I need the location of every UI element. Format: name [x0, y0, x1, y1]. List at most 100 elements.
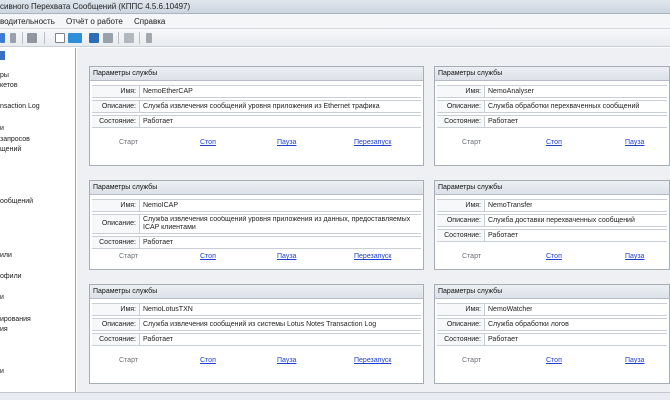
- start-button[interactable]: Старт: [462, 357, 481, 364]
- status-bar: [0, 392, 670, 400]
- service-name-row: Имя: NemoWatcher: [437, 303, 667, 316]
- service-description: Служба извлечения сообщений из системы L…: [143, 321, 377, 328]
- restart-button[interactable]: Перезапуск: [354, 357, 391, 364]
- panel-header: Параметры службы: [90, 285, 423, 299]
- service-name-row: Имя: NemoTransfer: [437, 199, 667, 212]
- name-label: Имя:: [92, 200, 140, 211]
- service-state: Работает: [488, 232, 518, 239]
- stop-button[interactable]: Стоп: [546, 357, 562, 364]
- service-name: NemoAnalyser: [488, 88, 534, 95]
- sidebar-item[interactable]: nsaction Log: [0, 103, 40, 110]
- toolbar-separator: [44, 32, 45, 44]
- sidebar-item[interactable]: ирования: [0, 316, 31, 323]
- service-panel: Параметры службы Имя: NemoEtherCAP Описа…: [89, 66, 424, 166]
- state-label: Состояние:: [92, 334, 140, 345]
- name-label: Имя:: [92, 86, 140, 97]
- menu-performance[interactable]: водительность: [0, 17, 55, 26]
- pause-button[interactable]: Пауза: [625, 357, 644, 364]
- service-state: Работает: [143, 336, 173, 343]
- name-label: Имя:: [437, 200, 485, 211]
- sidebar-item[interactable]: и: [0, 368, 4, 375]
- start-button[interactable]: Старт: [119, 253, 138, 260]
- service-description: Служба извлечения сообщений уровня прило…: [143, 216, 411, 231]
- description-label: Описание:: [437, 215, 485, 226]
- sidebar-item[interactable]: щений: [0, 146, 21, 153]
- service-state-row: Состояние: Работает: [92, 236, 421, 249]
- start-button[interactable]: Старт: [462, 139, 481, 146]
- service-description: Служба доставки перехваченных сообщений: [488, 217, 635, 224]
- sidebar-item[interactable]: ообщений: [0, 198, 33, 205]
- pause-button[interactable]: Пауза: [625, 139, 644, 146]
- restart-button[interactable]: Перезапуск: [354, 139, 391, 146]
- restart-button[interactable]: Перезапуск: [354, 253, 391, 260]
- service-state: Работает: [488, 118, 518, 125]
- sidebar-item[interactable]: ры: [0, 72, 9, 79]
- pause-button[interactable]: Пауза: [625, 253, 644, 260]
- service-state-row: Состояние: Работает: [437, 229, 667, 242]
- sidebar-item[interactable]: или: [0, 252, 12, 259]
- menu-bar: водительность Отчёт о работе Справка: [0, 14, 670, 29]
- sidebar-selection-marker: [0, 51, 5, 60]
- stop-button[interactable]: Стоп: [200, 139, 216, 146]
- service-name-row: Имя: NemoAnalyser: [437, 85, 667, 98]
- panel-header: Параметры службы: [435, 285, 669, 299]
- start-button[interactable]: Старт: [462, 253, 481, 260]
- service-dashboard: Параметры службы Имя: NemoEtherCAP Описа…: [77, 48, 670, 392]
- sidebar-item[interactable]: и: [0, 125, 4, 132]
- service-description-row: Описание: Служба обработки логов: [437, 318, 667, 331]
- pause-button[interactable]: Пауза: [277, 139, 296, 146]
- service-state-row: Состояние: Работает: [437, 115, 667, 128]
- service-panel: Параметры службы Имя: NemoAnalyser Описа…: [434, 66, 670, 166]
- name-label: Имя:: [92, 304, 140, 315]
- filter-icon[interactable]: [146, 33, 152, 43]
- service-name: NemoTransfer: [488, 202, 533, 209]
- document-icon[interactable]: [55, 33, 65, 43]
- sidebar-item[interactable]: и: [0, 294, 4, 301]
- service-name: NemoWatcher: [488, 306, 533, 313]
- service-description-row: Описание: Служба извлечения сообщений из…: [92, 318, 421, 331]
- title-bar: сивного Перехвата Сообщений (КППС 4.5.6.…: [0, 0, 670, 14]
- start-button[interactable]: Старт: [119, 139, 138, 146]
- arrow-icon[interactable]: [0, 33, 5, 43]
- sidebar-item[interactable]: кетов: [0, 82, 18, 89]
- toolbar-separator: [139, 32, 140, 44]
- state-label: Состояние:: [437, 116, 485, 127]
- service-description-row: Описание: Служба доставки перехваченных …: [437, 214, 667, 227]
- sidebar-item[interactable]: ия: [0, 326, 8, 333]
- window-title: сивного Перехвата Сообщений (КППС 4.5.6.…: [0, 2, 191, 11]
- stop-button[interactable]: Стоп: [200, 253, 216, 260]
- toolbar: [0, 29, 670, 47]
- menu-work-report[interactable]: Отчёт о работе: [66, 17, 123, 26]
- service-state: Работает: [488, 336, 518, 343]
- stop-button[interactable]: Стоп: [546, 253, 562, 260]
- name-label: Имя:: [437, 304, 485, 315]
- service-state: Работает: [143, 118, 173, 125]
- service-state-row: Состояние: Работает: [92, 115, 421, 128]
- panel-header: Параметры службы: [90, 181, 423, 195]
- stop-button[interactable]: Стоп: [546, 139, 562, 146]
- pause-button[interactable]: Пауза: [277, 357, 296, 364]
- sidebar-item[interactable]: запросов: [0, 136, 30, 143]
- service-panel: Параметры службы Имя: NemoICAP Описание:…: [89, 180, 424, 270]
- save-icon[interactable]: [89, 33, 99, 43]
- service-description-row: Описание: Служба обработки перехваченных…: [437, 100, 667, 113]
- grid-icon[interactable]: [27, 33, 37, 43]
- service-description: Служба извлечения сообщений уровня прило…: [143, 103, 380, 110]
- service-name-row: Имя: NemoLotusTXN: [92, 303, 421, 316]
- pause-button[interactable]: Пауза: [277, 253, 296, 260]
- pause-icon[interactable]: [10, 33, 16, 43]
- toolbar-separator: [118, 32, 119, 44]
- start-button[interactable]: Старт: [119, 357, 138, 364]
- panel-header: Параметры службы: [90, 67, 423, 81]
- table-icon[interactable]: [124, 33, 134, 43]
- service-description: Служба обработки перехваченных сообщений: [488, 103, 640, 110]
- service-state-row: Состояние: Работает: [437, 333, 667, 346]
- refresh-icon[interactable]: [68, 33, 82, 43]
- service-name-row: Имя: NemoEtherCAP: [92, 85, 421, 98]
- disk-icon[interactable]: [103, 33, 113, 43]
- stop-button[interactable]: Стоп: [200, 357, 216, 364]
- menu-help[interactable]: Справка: [134, 17, 165, 26]
- state-label: Состояние:: [92, 116, 140, 127]
- description-label: Описание:: [92, 215, 140, 233]
- sidebar-item[interactable]: офили: [0, 273, 22, 280]
